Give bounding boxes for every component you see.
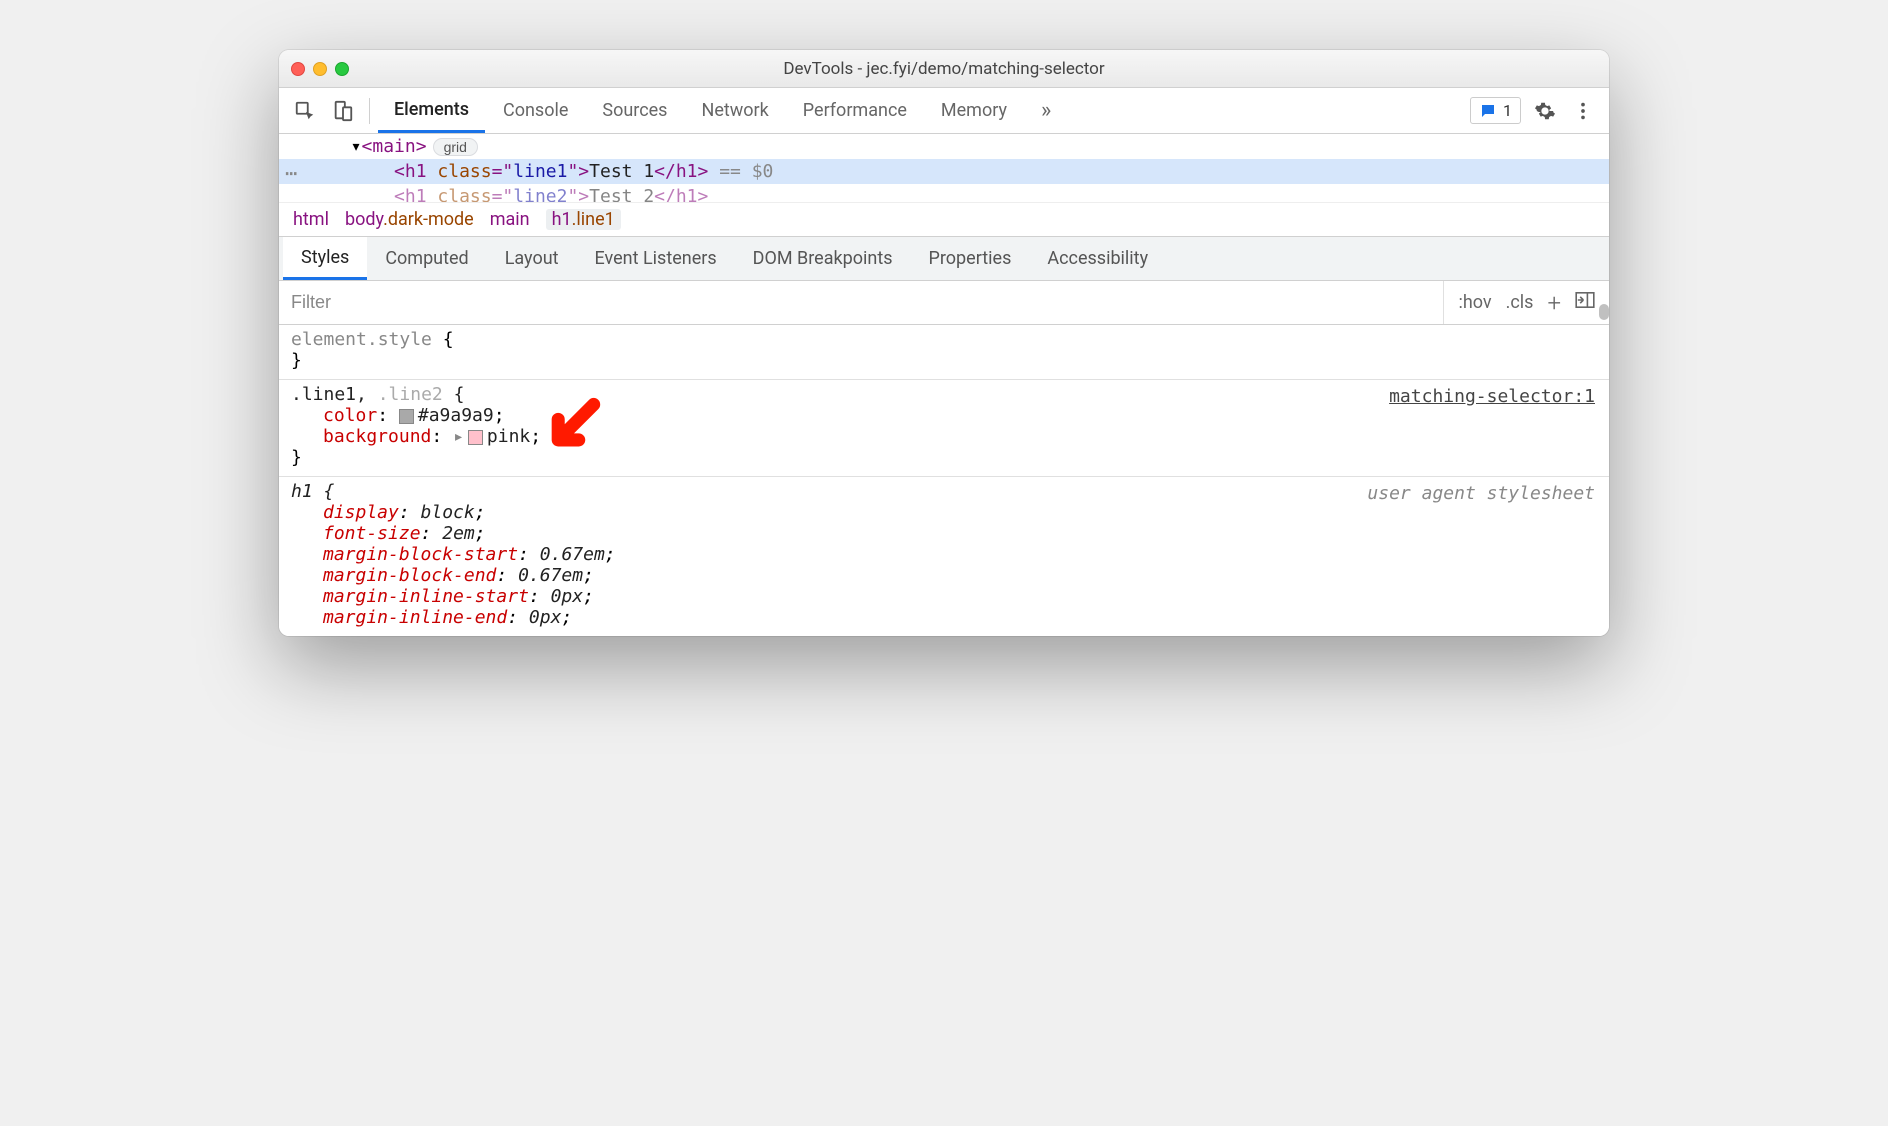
inspect-element-icon[interactable] [287, 93, 323, 129]
main-toolbar: Elements Console Sources Network Perform… [279, 88, 1609, 134]
declaration-margin-inline-start: margin-inline-start: 0px; [291, 586, 1597, 607]
source-link[interactable]: matching-selector:1 [1389, 386, 1595, 407]
filter-input[interactable] [279, 292, 1443, 313]
new-style-rule-icon[interactable]: + [1547, 289, 1561, 317]
element-style-rule[interactable]: element.style { } [279, 325, 1609, 380]
titlebar: DevTools - jec.fyi/demo/matching-selecto… [279, 50, 1609, 88]
issues-count: 1 [1503, 101, 1512, 120]
cls-toggle[interactable]: .cls [1506, 292, 1534, 313]
dom-breadcrumb: html body.dark-mode main h1.line1 [279, 202, 1609, 237]
styles-pane: element.style { } matching-selector:1 .l… [279, 325, 1609, 636]
subtab-layout[interactable]: Layout [487, 237, 577, 280]
crumb-h1[interactable]: h1.line1 [546, 209, 621, 230]
declaration-margin-inline-end: margin-inline-end: 0px; [291, 607, 1597, 628]
dom-node-main[interactable]: ▾<main>grid [279, 134, 1609, 159]
subtab-computed[interactable]: Computed [367, 237, 486, 280]
settings-icon[interactable] [1527, 93, 1563, 129]
tab-sources[interactable]: Sources [586, 88, 683, 133]
tab-memory[interactable]: Memory [925, 88, 1023, 133]
filter-tools: :hov .cls + [1443, 281, 1609, 324]
hov-toggle[interactable]: :hov [1458, 292, 1491, 313]
dom-tree[interactable]: ⋯ ▾<main>grid <h1 class="line1">Test 1</… [279, 134, 1609, 202]
subtab-event-listeners[interactable]: Event Listeners [577, 237, 735, 280]
crumb-html[interactable]: html [293, 209, 329, 230]
declaration-color[interactable]: color: #a9a9a9; [291, 405, 1597, 426]
declaration-font-size: font-size: 2em; [291, 523, 1597, 544]
css-rule-user-agent-h1[interactable]: user agent stylesheet h1 { display: bloc… [279, 477, 1609, 636]
declaration-background[interactable]: background: ▸pink; [291, 426, 1597, 447]
crumb-body[interactable]: body.dark-mode [345, 209, 474, 230]
issues-button[interactable]: 1 [1470, 97, 1521, 124]
devtools-window: DevTools - jec.fyi/demo/matching-selecto… [279, 50, 1609, 636]
dom-node-h1-line2[interactable]: <h1 class="line2">Test 2</h1> [279, 184, 1609, 202]
close-window-button[interactable] [291, 62, 305, 76]
tab-performance[interactable]: Performance [787, 88, 923, 133]
tab-console[interactable]: Console [487, 88, 584, 133]
color-swatch-icon[interactable] [468, 430, 483, 445]
crumb-main[interactable]: main [490, 209, 530, 230]
maximize-window-button[interactable] [335, 62, 349, 76]
window-controls [291, 62, 349, 76]
toggle-sidebar-icon[interactable] [1575, 292, 1595, 313]
declaration-margin-block-start: margin-block-start: 0.67em; [291, 544, 1597, 565]
styles-subtabs: Styles Computed Layout Event Listeners D… [279, 237, 1609, 281]
expand-shorthand-icon[interactable]: ▸ [453, 426, 464, 447]
device-toolbar-icon[interactable] [325, 93, 361, 129]
ellipsis-icon[interactable]: ⋯ [285, 161, 297, 185]
declaration-margin-block-end: margin-block-end: 0.67em; [291, 565, 1597, 586]
kebab-menu-icon[interactable] [1565, 93, 1601, 129]
grid-badge[interactable]: grid [433, 138, 478, 156]
declaration-display: display: block; [291, 502, 1597, 523]
separator [369, 98, 370, 124]
tab-network[interactable]: Network [685, 88, 784, 133]
minimize-window-button[interactable] [313, 62, 327, 76]
styles-filter-row: :hov .cls + [279, 281, 1609, 325]
window-title: DevTools - jec.fyi/demo/matching-selecto… [279, 59, 1609, 79]
css-rule-line1-line2[interactable]: matching-selector:1 .line1, .line2 { col… [279, 380, 1609, 477]
color-swatch-icon[interactable] [399, 409, 414, 424]
subtab-styles[interactable]: Styles [283, 237, 367, 280]
tabs-overflow[interactable]: » [1025, 88, 1067, 133]
subtab-accessibility[interactable]: Accessibility [1029, 237, 1166, 280]
dom-node-selected[interactable]: <h1 class="line1">Test 1</h1> == $0 [279, 159, 1609, 184]
subtab-dom-breakpoints[interactable]: DOM Breakpoints [735, 237, 911, 280]
scrollbar-thumb[interactable] [1599, 304, 1609, 320]
user-agent-label: user agent stylesheet [1367, 483, 1595, 504]
tab-elements[interactable]: Elements [378, 88, 485, 133]
subtab-properties[interactable]: Properties [911, 237, 1030, 280]
